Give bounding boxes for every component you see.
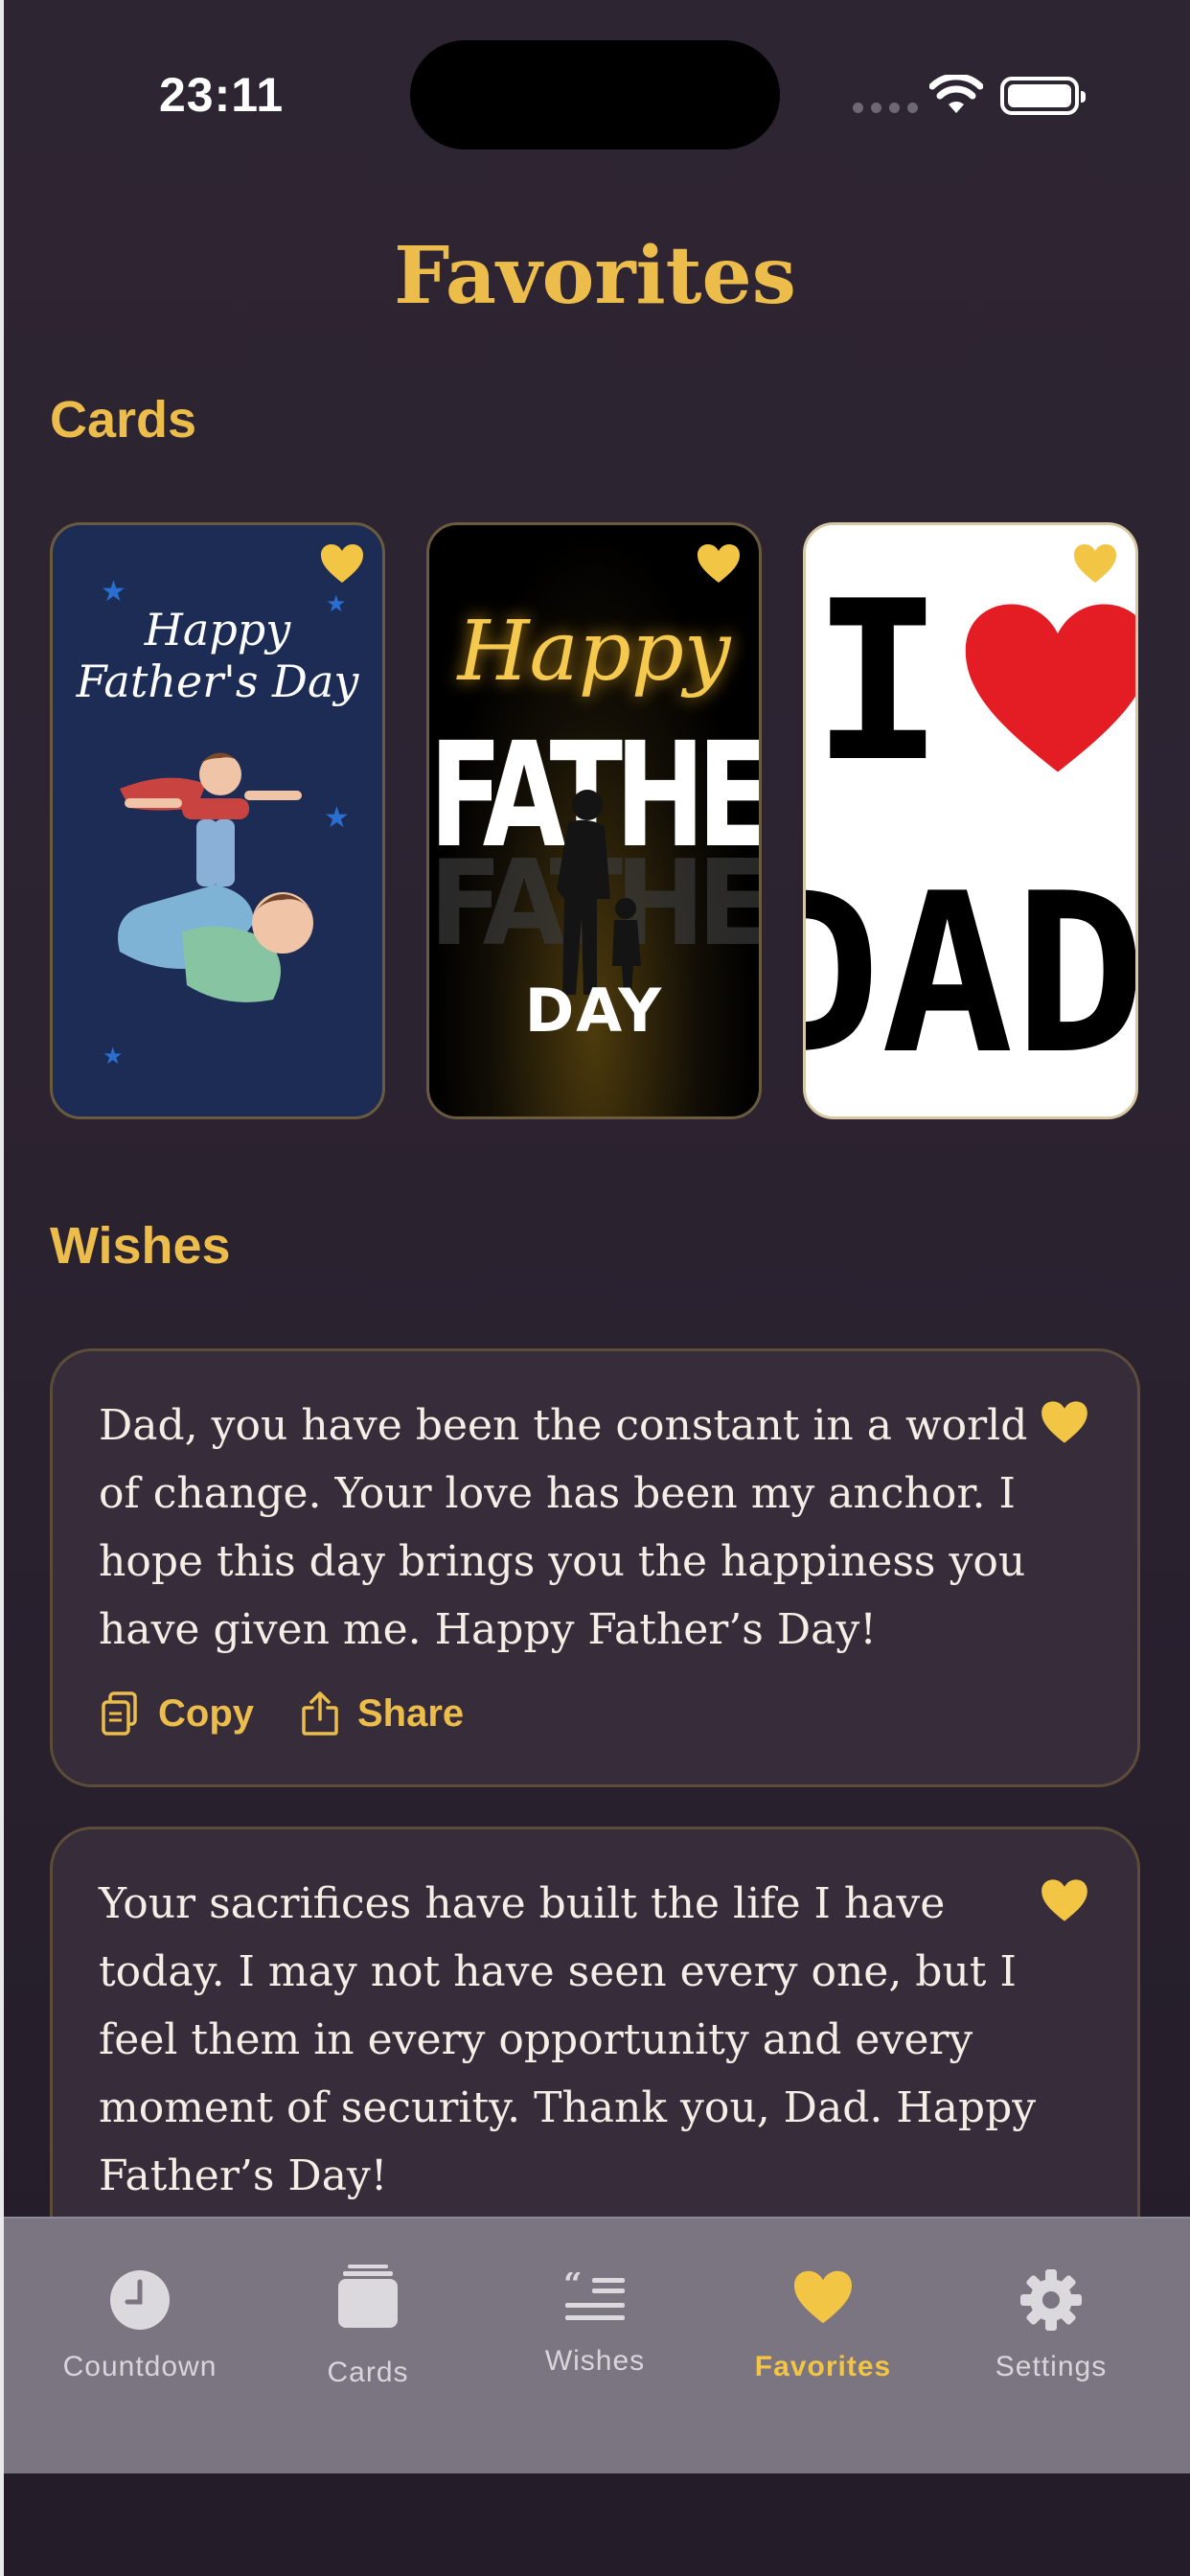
wishes-section-title: Wishes (50, 1217, 231, 1275)
tab-label: Wishes (544, 2345, 646, 2377)
star-icon: ★ (103, 1044, 124, 1070)
dynamic-island (410, 40, 780, 150)
tab-bar: Countdown Cards “ Wishes Favorites Setti… (4, 2217, 1190, 2473)
copy-button[interactable]: Copy (101, 1690, 254, 1736)
card-i-love-dad[interactable]: I DAD (803, 522, 1138, 1119)
frame-edge (0, 0, 4, 2576)
favorite-heart-icon[interactable] (1040, 1877, 1089, 1923)
favorite-heart-icon[interactable] (1072, 540, 1118, 586)
favorite-heart-icon[interactable] (1040, 1399, 1089, 1445)
copy-label: Copy (158, 1691, 254, 1735)
quote-text-icon: “ (563, 2272, 625, 2320)
cards-section-title: Cards (50, 391, 197, 448)
share-button[interactable]: Share (300, 1690, 464, 1736)
tab-cards[interactable]: Cards (263, 2219, 473, 2410)
cards-stack-icon (338, 2265, 398, 2328)
red-heart-icon (965, 604, 1135, 772)
wish-text: Your sacrifices have built the life I ha… (99, 1879, 1037, 2200)
card-text: Happy Father's Day (76, 604, 359, 707)
card-happy-fathers-day-black[interactable]: Happy FATHER'S FATHER'S DAY (426, 522, 762, 1119)
card-happy-fathers-day-blue[interactable]: Happy Father's Day ★ ★ ★ ★ (50, 522, 385, 1119)
wish-card: Dad, you have been the constant in a wor… (50, 1348, 1140, 1787)
heart-icon (794, 2270, 852, 2324)
page-title: Favorites (394, 230, 796, 322)
card-day-text: DAY (524, 976, 664, 1046)
gear-icon (1020, 2269, 1082, 2331)
star-icon: ★ (101, 576, 126, 608)
status-time: 23:11 (159, 68, 285, 122)
tab-settings[interactable]: Settings (946, 2219, 1156, 2410)
battery-icon (1000, 77, 1086, 115)
share-label: Share (357, 1691, 465, 1735)
tab-wishes[interactable]: “ Wishes (490, 2219, 700, 2410)
favorite-heart-icon[interactable] (319, 540, 365, 586)
share-icon (302, 1691, 338, 1736)
card-i-text: I (812, 555, 945, 811)
svg-text:“: “ (563, 2272, 583, 2304)
tab-label: Countdown (62, 2351, 217, 2382)
star-icon: ★ (326, 591, 347, 617)
tab-countdown[interactable]: Countdown (34, 2219, 245, 2410)
father-child-illustration (118, 752, 313, 1002)
clock-icon (110, 2270, 170, 2330)
tab-favorites[interactable]: Favorites (718, 2219, 928, 2410)
card-happy-text: Happy (457, 604, 731, 700)
cellular-signal-icon (853, 103, 918, 113)
wifi-icon (929, 75, 983, 113)
copy-icon (102, 1691, 137, 1736)
tab-label: Cards (327, 2357, 409, 2388)
tab-label: Favorites (754, 2351, 892, 2382)
home-indicator-area (4, 2473, 1190, 2576)
favorite-heart-icon[interactable] (696, 540, 742, 586)
wish-text: Dad, you have been the constant in a wor… (99, 1401, 1028, 1654)
card-dad-text: DAD (806, 847, 1138, 1103)
father-silhouette (557, 790, 641, 995)
tab-label: Settings (995, 2351, 1108, 2382)
